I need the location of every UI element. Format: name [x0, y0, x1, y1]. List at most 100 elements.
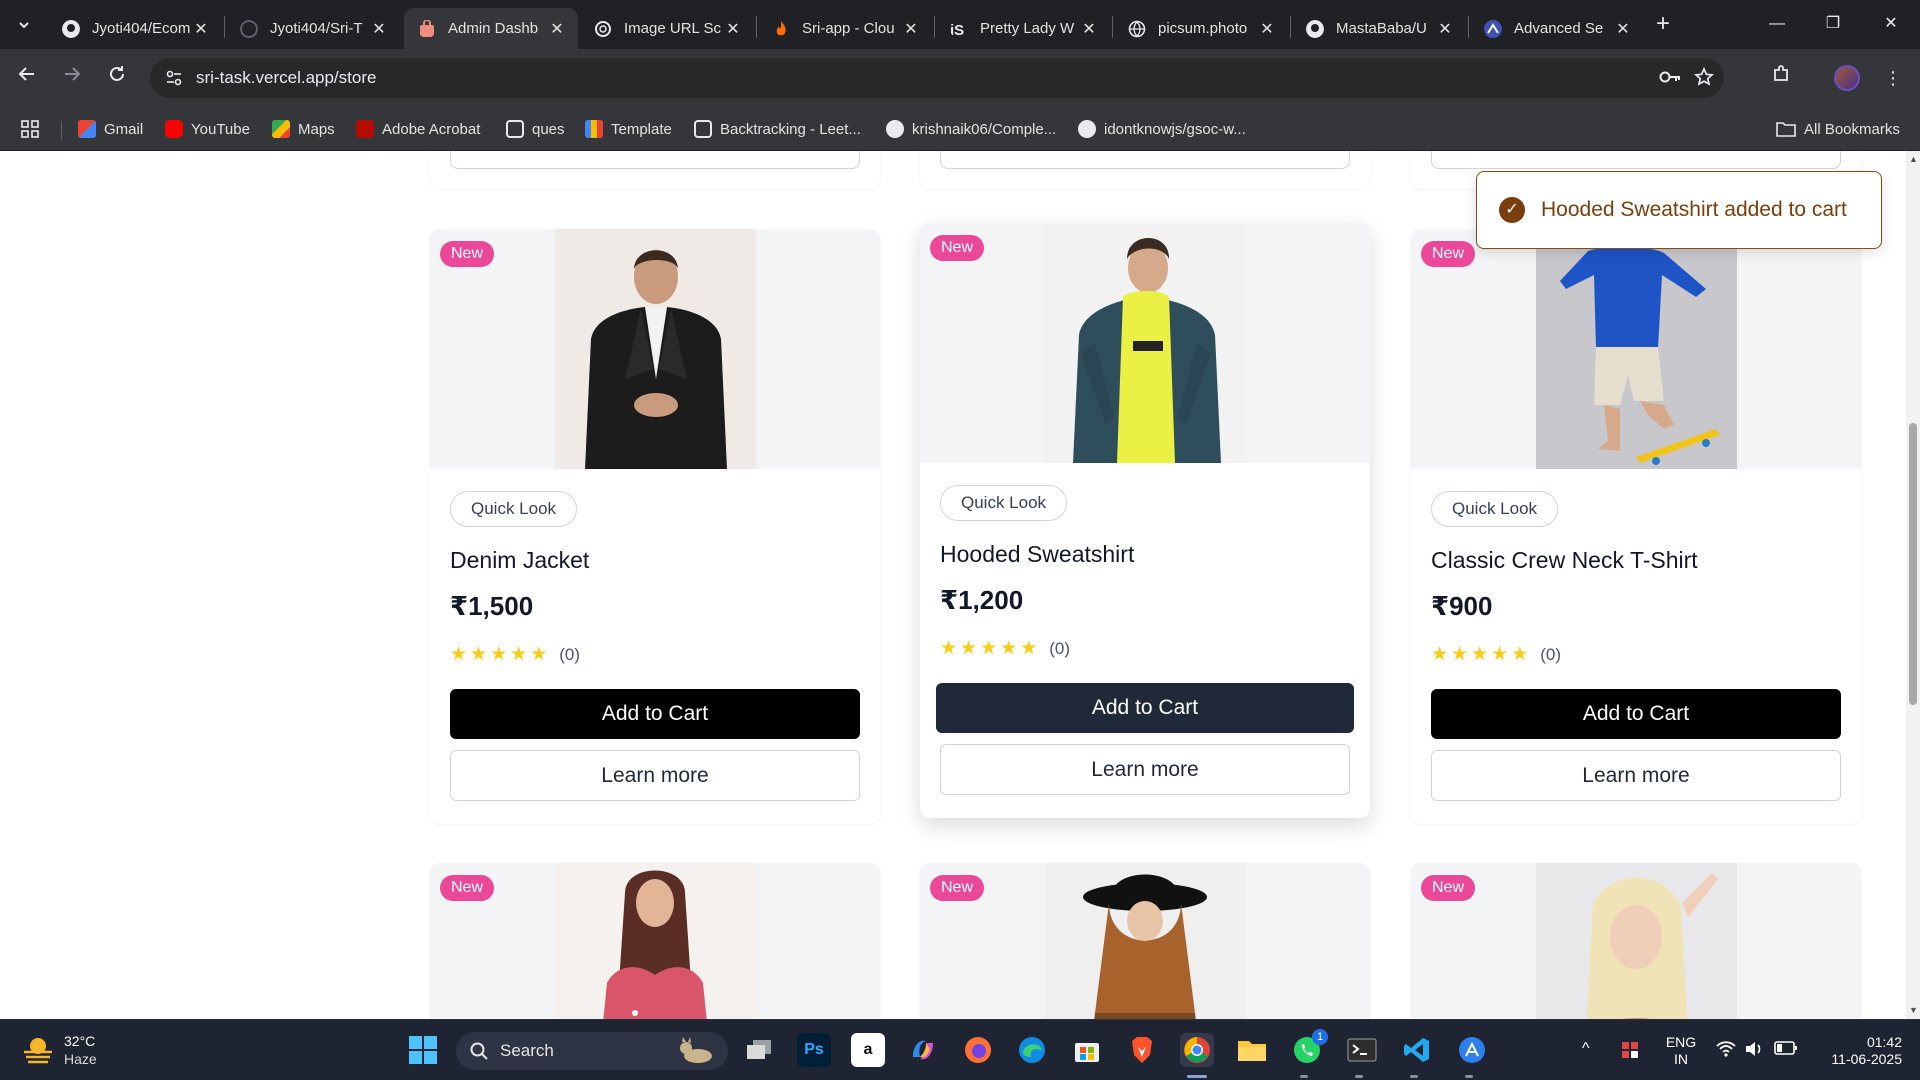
- new-tab-button[interactable]: +: [1650, 12, 1676, 38]
- apps-grid-icon[interactable]: [20, 118, 40, 140]
- profile-avatar[interactable]: [1834, 65, 1860, 91]
- learn-more-button[interactable]: Learn more: [1431, 750, 1841, 801]
- bookmark-ques[interactable]: ques: [506, 118, 565, 140]
- product-name[interactable]: Classic Crew Neck T-Shirt: [1431, 547, 1698, 574]
- close-window-button[interactable]: ✕: [1868, 10, 1914, 38]
- learn-more-button[interactable]: [1431, 151, 1841, 169]
- forward-button[interactable]: [57, 63, 87, 93]
- scrollbar-thumb[interactable]: [1909, 423, 1917, 705]
- page-scrollbar[interactable]: ▲ ▼: [1906, 151, 1920, 1019]
- firefox-icon[interactable]: [961, 1033, 995, 1067]
- back-button[interactable]: [12, 63, 42, 93]
- close-icon[interactable]: ✕: [192, 19, 210, 39]
- chrome-icon[interactable]: [1180, 1033, 1214, 1067]
- scroll-up-arrow-icon[interactable]: ▲: [1909, 155, 1918, 164]
- all-bookmarks-button[interactable]: All Bookmarks: [1776, 118, 1900, 140]
- skater-photo-icon: [1536, 229, 1737, 469]
- quick-look-button[interactable]: Quick Look: [940, 485, 1068, 521]
- brave-icon[interactable]: [1125, 1033, 1159, 1067]
- battery-icon[interactable]: [1774, 1040, 1798, 1060]
- photoshop-icon[interactable]: Ps: [797, 1033, 831, 1067]
- quick-look-button[interactable]: Quick Look: [1431, 491, 1559, 527]
- bookmark-krishnaik06[interactable]: krishnaik06/Comple...: [886, 118, 1056, 140]
- bookmark-label: idontknowjs/gsoc-w...: [1104, 120, 1246, 138]
- add-to-cart-button[interactable]: Add to Cart: [450, 689, 860, 739]
- tab-2[interactable]: Jyoti404/Sri-T ✕: [226, 8, 400, 49]
- close-icon[interactable]: ✕: [1258, 19, 1276, 39]
- product-name[interactable]: Hooded Sweatshirt: [940, 541, 1134, 568]
- bookmark-gmail[interactable]: Gmail: [78, 118, 143, 140]
- restore-button[interactable]: ❐: [1810, 10, 1856, 38]
- tab-4[interactable]: Image URL Sc ✕: [580, 8, 754, 49]
- bookmark-youtube[interactable]: YouTube: [165, 118, 250, 140]
- minimize-button[interactable]: —: [1754, 10, 1800, 38]
- tab-9[interactable]: Advanced Se ✕: [1470, 8, 1644, 49]
- quick-look-button[interactable]: Quick Look: [450, 491, 578, 527]
- scroll-down-arrow-icon[interactable]: ▼: [1909, 1006, 1918, 1015]
- add-to-cart-button[interactable]: Add to Cart: [936, 683, 1354, 733]
- add-to-cart-button[interactable]: Add to Cart: [1431, 689, 1841, 739]
- language-indicator[interactable]: ENG IN: [1663, 1034, 1699, 1068]
- bookmark-adobe-acrobat[interactable]: Adobe Acrobat: [356, 118, 480, 140]
- task-view-icon[interactable]: [742, 1033, 776, 1067]
- file-explorer-icon[interactable]: [1235, 1033, 1269, 1067]
- bookmark-star-icon[interactable]: [1692, 66, 1716, 92]
- reload-button[interactable]: [102, 63, 132, 93]
- taskbar-search-box[interactable]: Search: [456, 1032, 728, 1070]
- volume-icon[interactable]: [1744, 1040, 1764, 1062]
- product-image[interactable]: New: [920, 863, 1370, 1019]
- tab-1[interactable]: Jyoti404/Ecom ✕: [48, 8, 222, 49]
- product-image[interactable]: New: [430, 863, 880, 1019]
- wifi-icon[interactable]: [1716, 1040, 1736, 1062]
- vscode-icon[interactable]: [1400, 1033, 1434, 1067]
- clock[interactable]: 01:42 11-06-2025: [1812, 1034, 1902, 1068]
- github-icon: [62, 19, 80, 38]
- learn-more-button[interactable]: [940, 151, 1350, 169]
- extensions-icon[interactable]: [1766, 63, 1796, 93]
- learn-more-button[interactable]: Learn more: [450, 750, 860, 801]
- defender-icon[interactable]: [1620, 1040, 1640, 1064]
- close-icon[interactable]: ✕: [902, 19, 920, 39]
- product-photo: [1536, 229, 1737, 469]
- bookmark-idontknowjs[interactable]: idontknowjs/gsoc-w...: [1078, 118, 1246, 140]
- tab-search-menu-button[interactable]: [9, 10, 39, 40]
- close-icon[interactable]: ✕: [1436, 19, 1454, 39]
- whatsapp-icon[interactable]: 1: [1290, 1029, 1328, 1067]
- address-bar[interactable]: sri-task.vercel.app/store: [150, 58, 1724, 98]
- bookmark-template[interactable]: Template: [585, 118, 672, 140]
- weather-condition: Haze: [64, 1051, 97, 1067]
- bookmark-backtracking[interactable]: Backtracking - Leet...: [694, 118, 861, 140]
- password-key-icon[interactable]: [1658, 67, 1682, 92]
- product-image[interactable]: New: [430, 229, 880, 469]
- openai-icon: [595, 20, 611, 37]
- app-store-icon[interactable]: [1455, 1033, 1489, 1067]
- more-menu-icon[interactable]: ⋮: [1878, 63, 1908, 93]
- microsoft-store-icon[interactable]: [1070, 1033, 1104, 1067]
- start-windows-icon[interactable]: [406, 1033, 440, 1067]
- tab-5[interactable]: Sri-app - Clou ✕: [758, 8, 932, 49]
- product-image[interactable]: New: [1411, 229, 1861, 469]
- tab-6[interactable]: iS Pretty Lady W ✕: [936, 8, 1110, 49]
- weather-widget[interactable]: 32°C Haze: [22, 1032, 97, 1068]
- tab-7[interactable]: picsum.photo ✕: [1114, 8, 1288, 49]
- terminal-icon[interactable]: [1345, 1033, 1379, 1067]
- learn-more-button[interactable]: Learn more: [940, 744, 1350, 795]
- product-image[interactable]: New: [920, 223, 1370, 463]
- tab-3-active[interactable]: Admin Dashb ✕: [404, 8, 578, 49]
- site-settings-icon[interactable]: [164, 68, 184, 88]
- close-icon[interactable]: ✕: [724, 19, 742, 39]
- product-image[interactable]: New: [1411, 863, 1861, 1019]
- tab-8[interactable]: MastaBaba/U ✕: [1292, 8, 1466, 49]
- product-name[interactable]: Denim Jacket: [450, 547, 589, 574]
- close-icon[interactable]: ✕: [1614, 19, 1632, 39]
- bookmark-maps[interactable]: Maps: [272, 118, 335, 140]
- running-app-indicator: [1465, 1075, 1473, 1078]
- show-hidden-icons-chevron-icon[interactable]: ^: [1582, 1040, 1590, 1057]
- close-icon[interactable]: ✕: [548, 19, 566, 39]
- amazon-icon[interactable]: a: [851, 1033, 885, 1067]
- close-icon[interactable]: ✕: [370, 19, 388, 39]
- close-icon[interactable]: ✕: [1080, 19, 1098, 39]
- learn-more-button[interactable]: [450, 151, 860, 169]
- edge-icon[interactable]: [1015, 1033, 1049, 1067]
- copilot-icon[interactable]: [906, 1033, 940, 1067]
